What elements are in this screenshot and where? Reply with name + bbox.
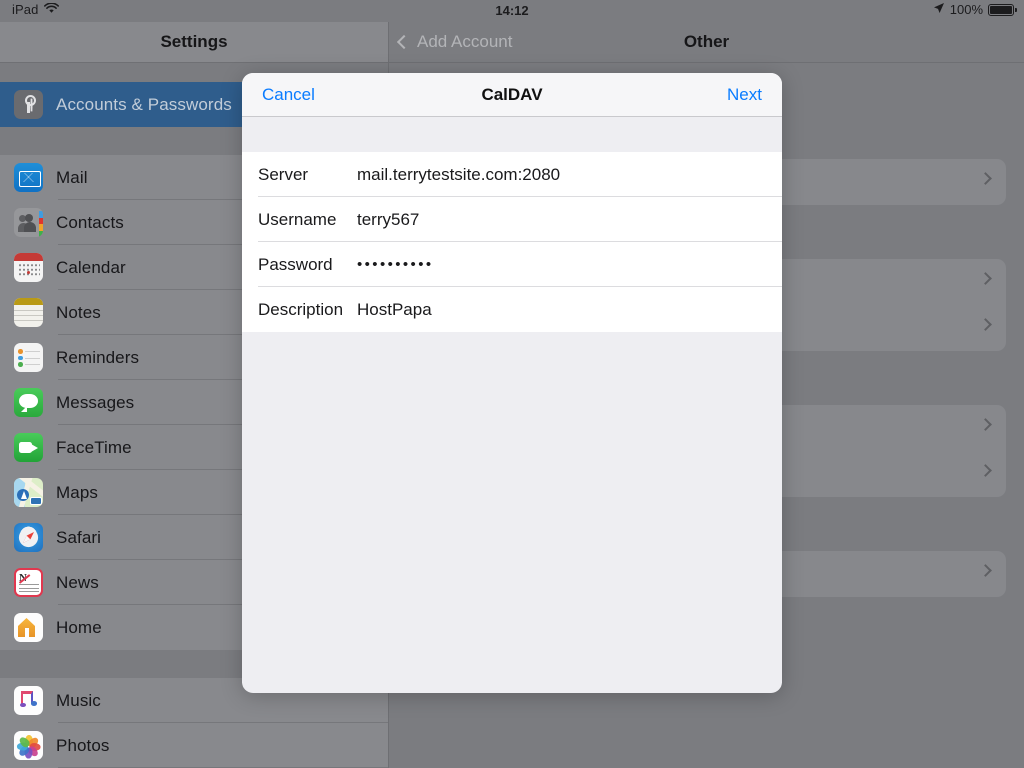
sidebar-item-photos[interactable]: Photos — [0, 723, 388, 768]
sidebar-item-label: Photos — [56, 735, 110, 755]
status-bar: iPad 14:12 100% — [0, 0, 1024, 22]
description-field-row[interactable]: Description HostPapa — [242, 287, 782, 332]
safari-icon — [14, 523, 43, 552]
mail-icon — [14, 163, 43, 192]
sidebar-item-label: Contacts — [56, 212, 124, 232]
calendar-icon — [14, 253, 43, 282]
modal-bottom-fill — [242, 332, 782, 683]
battery-percent-label: 100% — [949, 2, 983, 17]
location-arrow-icon — [933, 2, 945, 17]
server-field-row[interactable]: Server mail.terrytestsite.com:2080 — [242, 152, 782, 197]
battery-full-icon — [988, 3, 1017, 16]
password-field-label: Password — [258, 254, 333, 274]
maps-icon — [14, 478, 43, 507]
page-title: Settings — [160, 32, 228, 51]
sidebar-item-label: Messages — [56, 392, 135, 412]
sidebar-item-label: Safari — [56, 527, 102, 547]
sidebar-item-label: Calendar — [56, 257, 126, 277]
detail-title: Other — [683, 32, 730, 51]
sidebar-item-label: Notes — [56, 302, 101, 322]
password-input[interactable]: •••••••••• — [357, 256, 434, 273]
description-field-label: Description — [258, 299, 344, 319]
sidebar-item-label: News — [56, 572, 99, 592]
chevron-right-icon — [979, 172, 992, 185]
username-field-label: Username — [258, 209, 337, 229]
chevron-right-icon — [979, 318, 992, 331]
sidebar-item-label: Reminders — [56, 347, 140, 367]
messages-icon — [14, 388, 43, 417]
sidebar-item-label: Maps — [56, 482, 98, 502]
ipad-screen: iPad 14:12 100% Settings Accounts & Pass… — [0, 0, 1024, 768]
home-icon — [14, 613, 43, 642]
photos-icon — [14, 731, 43, 760]
username-input[interactable]: terry567 — [357, 210, 419, 230]
chevron-right-icon — [979, 564, 992, 577]
username-field-row[interactable]: Username terry567 — [242, 197, 782, 242]
server-input[interactable]: mail.terrytestsite.com:2080 — [357, 165, 560, 185]
caldav-form: Server mail.terrytestsite.com:2080 Usern… — [242, 152, 782, 332]
modal-nav-bar: Cancel CalDAV Next — [242, 73, 782, 117]
news-icon: N — [14, 568, 43, 597]
chevron-right-icon — [979, 418, 992, 431]
detail-nav-bar: Add Account Other — [389, 22, 1024, 62]
password-field-row[interactable]: Password •••••••••• — [242, 242, 782, 287]
sidebar-item-label: Home — [56, 617, 102, 637]
sidebar-item-label: Music — [56, 690, 101, 710]
description-input[interactable]: HostPapa — [357, 300, 432, 320]
music-icon — [14, 686, 43, 715]
sidebar-item-label: Mail — [56, 167, 88, 187]
keys-icon — [14, 90, 43, 119]
status-bar-time: 14:12 — [495, 3, 529, 18]
caldav-account-modal: Cancel CalDAV Next Server mail.terrytest… — [242, 73, 782, 693]
modal-title: CalDAV — [481, 85, 543, 104]
sidebar-item-label: FaceTime — [56, 437, 132, 457]
chevron-right-icon — [979, 272, 992, 285]
modal-top-spacer — [242, 117, 782, 152]
facetime-icon — [14, 433, 43, 462]
contacts-icon — [14, 208, 43, 237]
reminders-icon — [14, 343, 43, 372]
chevron-right-icon — [979, 464, 992, 477]
status-bar-right: 100% — [933, 2, 1017, 17]
next-button[interactable]: Next — [727, 73, 762, 117]
server-field-label: Server — [258, 164, 309, 184]
sidebar-item-label: Accounts & Passwords — [56, 94, 232, 114]
notes-icon — [14, 298, 43, 327]
